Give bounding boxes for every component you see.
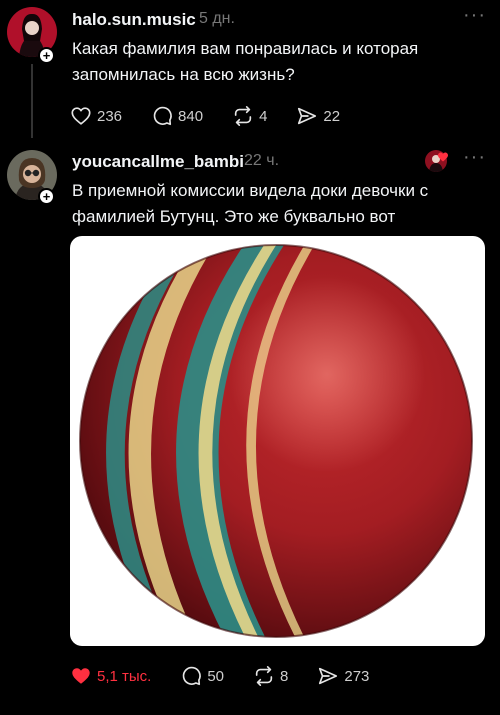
follow-plus-icon-post1[interactable]: + [38, 47, 55, 64]
heart-icon [71, 107, 91, 125]
send-icon [319, 667, 338, 685]
more-options-button-post2[interactable]: ··· [463, 146, 486, 169]
like-count-post2: 5,1 тыс. [97, 667, 152, 685]
send-icon [298, 107, 317, 125]
comment-button-post1[interactable]: 840 [151, 105, 203, 127]
repost-icon [234, 106, 252, 126]
heart-filled-icon [72, 668, 90, 684]
repost-count-post1: 4 [259, 107, 268, 125]
post1-text-line2: запомнилась на всю жизнь? [72, 65, 295, 84]
comment-button-post2[interactable]: 50 [180, 665, 224, 687]
heart-badge-icon [437, 150, 449, 162]
post2-text-line1: В приемной комиссии видела доки девочки … [72, 181, 429, 200]
share-count-post2: 273 [344, 667, 370, 685]
username-post2[interactable]: youcancallme_bambi [72, 152, 244, 172]
post2-text-line2: фамилией Бутунц. Это же буквально вот [72, 207, 396, 226]
timestamp-post1: 5 дн. [199, 10, 235, 27]
like-button-post2[interactable]: 5,1 тыс. [70, 665, 151, 687]
username-post1[interactable]: halo.sun.music [72, 10, 196, 30]
share-button-post1[interactable]: 22 [296, 105, 340, 127]
like-button-post1[interactable]: 236 [70, 105, 122, 127]
post1-text-line1: Какая фамилия вам понравилась и которая [72, 39, 419, 58]
repost-icon [255, 666, 273, 686]
share-button-post2[interactable]: 273 [317, 665, 369, 687]
post2-image-striped-ball[interactable] [70, 236, 485, 646]
timestamp-post2: 22 ч. [244, 152, 280, 169]
comment-icon [153, 106, 172, 126]
post2-actions: 5,1 тыс. 50 8 273 [70, 665, 398, 687]
comment-icon [183, 666, 202, 686]
comment-count-post2: 50 [207, 667, 225, 685]
repost-count-post2: 8 [280, 667, 289, 685]
comment-count-post1: 840 [178, 107, 204, 125]
post1-actions: 236 840 4 22 [70, 105, 369, 127]
follow-plus-icon-post2[interactable]: + [38, 188, 55, 205]
repost-button-post1[interactable]: 4 [232, 105, 267, 127]
more-options-button-post1[interactable]: ··· [463, 4, 486, 27]
thread-line [31, 64, 33, 138]
share-count-post1: 22 [323, 107, 341, 125]
like-count-post1: 236 [97, 107, 123, 125]
repost-button-post2[interactable]: 8 [253, 665, 288, 687]
